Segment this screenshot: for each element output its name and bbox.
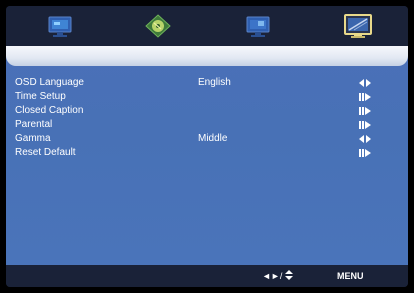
menu-item-gamma[interactable]: Gamma Middle bbox=[6, 132, 408, 146]
menu-item-label: Time Setup bbox=[15, 91, 66, 102]
setup-monitor-icon bbox=[344, 14, 372, 38]
channel-tv-icon bbox=[246, 16, 270, 37]
up-down-arrows-icon bbox=[284, 270, 293, 280]
menu-item-reset-default[interactable]: Reset Default bbox=[6, 146, 408, 160]
menu-item-label: Gamma bbox=[15, 133, 51, 144]
tab-audio[interactable] bbox=[138, 10, 178, 42]
menu-item-value: English bbox=[198, 77, 231, 88]
menu-item-osd-language[interactable]: OSD Language English bbox=[6, 76, 408, 90]
audio-disc-icon bbox=[145, 14, 171, 38]
menu-item-closed-caption[interactable]: Closed Caption bbox=[6, 104, 408, 118]
category-tab-bar bbox=[6, 6, 408, 46]
menu-item-time-setup[interactable]: Time Setup bbox=[6, 90, 408, 104]
menu-item-label: Parental bbox=[15, 119, 53, 130]
footer-hint-bar: ◄►/ MENU bbox=[6, 265, 408, 287]
navigation-hint: ◄►/ bbox=[262, 270, 302, 282]
osd-frame: OSD Language English Time Setup Closed C… bbox=[6, 6, 408, 287]
menu-item-parental[interactable]: Parental bbox=[6, 118, 408, 132]
settings-panel: OSD Language English Time Setup Closed C… bbox=[6, 46, 408, 265]
left-right-arrows-icon bbox=[359, 135, 371, 143]
tab-picture[interactable] bbox=[40, 10, 80, 42]
left-right-arrows-icon bbox=[359, 79, 371, 87]
enter-arrow-icon bbox=[359, 149, 371, 157]
menu-item-value: Middle bbox=[198, 133, 228, 144]
enter-arrow-icon bbox=[359, 107, 371, 115]
tab-channel[interactable] bbox=[238, 10, 278, 42]
nav-hint-text: ◄►/ bbox=[262, 271, 283, 281]
menu-item-label: OSD Language bbox=[15, 77, 84, 88]
panel-header-strip bbox=[6, 46, 408, 66]
menu-item-label: Closed Caption bbox=[15, 105, 84, 116]
menu-item-label: Reset Default bbox=[15, 147, 76, 158]
enter-arrow-icon bbox=[359, 93, 371, 101]
tv-osd-screen: OSD Language English Time Setup Closed C… bbox=[0, 0, 414, 293]
menu-key-label: MENU bbox=[337, 271, 364, 281]
tab-setup[interactable] bbox=[338, 10, 378, 42]
enter-arrow-icon bbox=[359, 121, 371, 129]
picture-tv-icon bbox=[48, 16, 72, 37]
